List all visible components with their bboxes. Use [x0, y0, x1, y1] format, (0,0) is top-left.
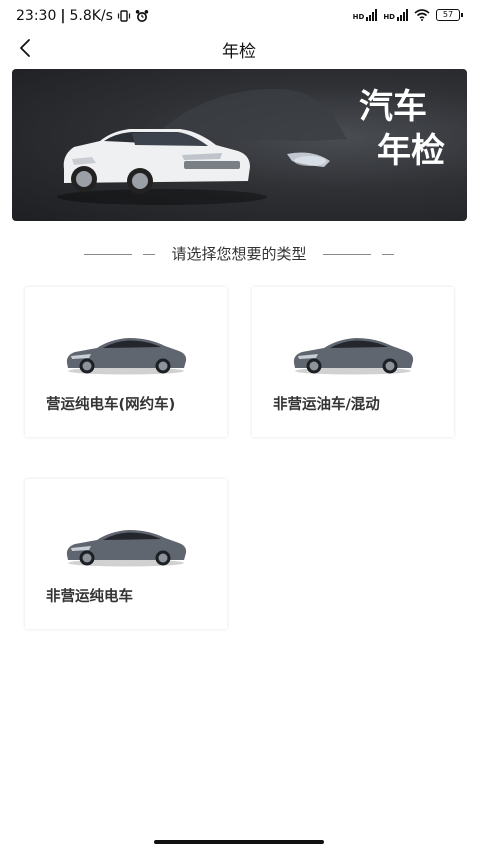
screen: 23:30 | 5.8K/s HD HD 57 年检 汽车 年检 请选择您想要的… [0, 0, 478, 850]
section-heading-text: 请选择您想要的类型 [171, 245, 307, 263]
status-network-speed: 5.8K/s [69, 8, 113, 24]
signal-2-hd-label: HD [383, 13, 395, 21]
category-card-operating-ev[interactable]: 营运纯电车(网约车) [25, 287, 227, 437]
category-card-nonoperating-ev[interactable]: 非营运纯电车 [25, 479, 227, 629]
car-image [66, 530, 187, 567]
banner: 汽车 年检 [12, 69, 467, 221]
header: 年检 [0, 32, 478, 66]
wifi-icon [414, 9, 430, 21]
car-image [66, 338, 187, 375]
signal-1-hd-label: HD [352, 13, 365, 21]
heading-dash-right-long [323, 254, 372, 255]
page-title: 年检 [222, 42, 256, 62]
status-bar: 23:30 | 5.8K/s HD HD 57 [0, 0, 478, 32]
status-separator: | [60, 8, 66, 24]
card-label: 营运纯电车(网约车) [46, 397, 176, 413]
banner-line-2: 年检 [377, 131, 445, 171]
signal-1-icon: HD [353, 9, 378, 21]
alarm-icon [135, 10, 149, 22]
car-image [293, 338, 414, 375]
card-label: 非营运纯电车 [46, 589, 133, 605]
battery-icon: 57 [436, 9, 463, 21]
banner-line-1: 汽车 [359, 87, 427, 127]
signal-2-icon: HD [383, 9, 408, 21]
heading-dash-left-short [142, 254, 155, 255]
status-left: 23:30 | 5.8K/s [16, 8, 149, 24]
category-card-nonoperating-fuel-hybrid[interactable]: 非营运油车/混动 [252, 287, 454, 437]
home-indicator[interactable] [154, 840, 324, 844]
status-right: HD HD 57 [353, 9, 463, 21]
section-heading: 请选择您想要的类型 [0, 243, 478, 264]
heading-dash-left-long [83, 254, 132, 255]
card-label: 非营运油车/混动 [273, 397, 380, 413]
banner-text: 汽车 年检 [359, 85, 445, 173]
vibrate-icon [117, 10, 131, 22]
heading-dash-right-short [382, 254, 395, 255]
status-time: 23:30 [16, 8, 57, 24]
battery-level: 57 [442, 10, 454, 19]
